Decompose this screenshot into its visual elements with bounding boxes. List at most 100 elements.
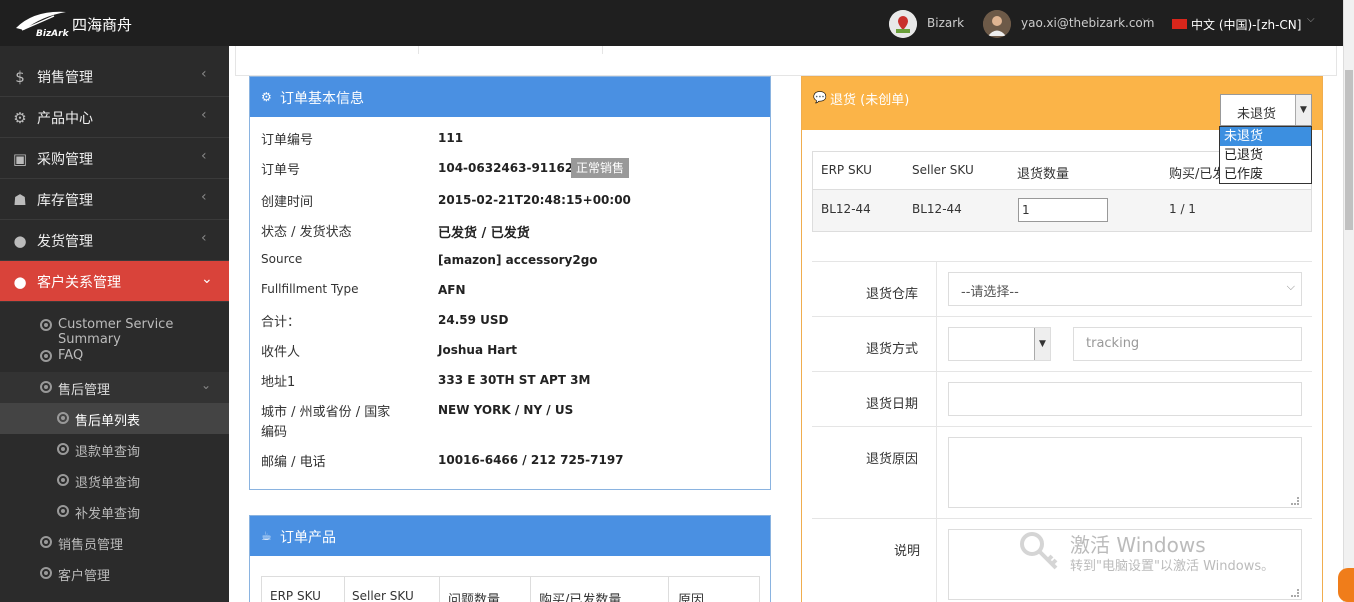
sidebar-sub-label: 客户管理 (58, 569, 111, 584)
radio-circle-icon (57, 443, 69, 455)
divider (936, 519, 937, 602)
option-returned[interactable]: 已退货 (1220, 146, 1311, 165)
user-avatar[interactable] (983, 10, 1011, 38)
chevron-down-icon: ⌄ (201, 378, 212, 392)
resize-handle-icon[interactable] (1291, 497, 1299, 505)
resize-handle-icon[interactable] (1291, 589, 1299, 597)
zip-phone-value: 10016-6466 / 212 725-7197 (438, 453, 624, 467)
content-tab-strip (235, 46, 1337, 76)
brand-name: 四海商舟 (72, 16, 133, 34)
sidebar-sub-return-query[interactable]: 退货单查询 (0, 465, 229, 496)
address-value: 333 E 30TH ST APT 3M (438, 373, 591, 387)
reason-row: 退货原因 (812, 426, 1312, 519)
created-label: 创建时间 (261, 195, 314, 210)
chevron-left-icon: ‹ (201, 148, 207, 164)
return-status-select[interactable]: 未退货 ▼ (1220, 94, 1312, 126)
sidebar-item-purchasing[interactable]: ▣ 采购管理 ‹ (0, 138, 229, 179)
tracking-input[interactable]: tracking (1073, 327, 1302, 361)
table-row: BL12-44 BL12-44 1 1 / 1 (813, 190, 1311, 231)
language-selector[interactable]: 中文 (中国)-[zh-CN] (1191, 16, 1301, 33)
table-header: Seller SKU (352, 589, 414, 602)
order-no-value: 104-0632463-9116222 (438, 161, 590, 175)
dollar-icon: $ (15, 68, 25, 86)
bizark-account-label[interactable]: Bizark (927, 16, 964, 30)
method-select[interactable]: ▼ (948, 327, 1051, 361)
return-date-input[interactable] (948, 382, 1302, 416)
sidebar-sub-aftersale-list[interactable]: 售后单列表 (0, 403, 229, 434)
date-label: 退货日期 (866, 397, 919, 412)
table-header: ERP SKU (270, 589, 321, 602)
recipient-value: Joshua Hart (438, 343, 518, 357)
cube-icon: ▣ (12, 150, 28, 168)
status-label: 状态 / 发货状态 (261, 225, 352, 240)
sidebar-item-label: 产品中心 (37, 111, 93, 127)
source-label: Source (261, 252, 303, 266)
tracking-placeholder: tracking (1086, 336, 1140, 351)
return-qty-input[interactable]: 1 (1018, 198, 1108, 222)
total-value: 24.59 USD (438, 313, 509, 327)
sidebar-sub-refund-query[interactable]: 退款单查询 (0, 434, 229, 465)
reason-label: 退货原因 (866, 452, 919, 467)
sidebar-item-sales[interactable]: $ 销售管理 ‹ (0, 56, 229, 97)
radio-circle-icon (57, 412, 69, 424)
source-value: [amazon] accessory2go (438, 253, 598, 267)
method-label: 退货方式 (866, 342, 919, 357)
sidebar-item-label: 销售管理 (37, 70, 93, 86)
option-not-returned[interactable]: 未退货 (1220, 127, 1311, 146)
sidebar: $ 销售管理 ‹ ⚙ 产品中心 ‹ ▣ 采购管理 ‹ ☗ 库存管理 ‹ ● 发货… (0, 46, 229, 602)
sidebar-sub-faq[interactable]: FAQ (0, 341, 229, 372)
bizark-logo-icon[interactable]: BizArk (14, 8, 72, 38)
sidebar-sub-customers[interactable]: 客户管理 (0, 558, 229, 589)
warehouse-placeholder: --请选择-- (961, 285, 1019, 300)
seller-sku-cell: BL12-44 (912, 202, 962, 216)
table-header: 退货数量 (1017, 167, 1070, 182)
chevron-down-icon[interactable]: ⌵ (1142, 14, 1150, 25)
return-reason-textarea[interactable] (948, 437, 1302, 508)
column-divider (439, 577, 440, 602)
total-label: 合计： (261, 315, 301, 330)
sidebar-item-crm[interactable]: ● 客户关系管理 ⌄ (0, 261, 229, 302)
sidebar-item-inventory[interactable]: ☗ 库存管理 ‹ (0, 179, 229, 220)
key-icon (1020, 532, 1058, 570)
circle-icon: ● (13, 273, 27, 291)
warehouse-row: 退货仓库 --请选择-- ⌵ (812, 261, 1312, 317)
android-icon: ☗ (13, 191, 27, 209)
table-header: 购买/已发 (1169, 167, 1226, 182)
sidebar-sub-aftersale[interactable]: 售后管理 ⌄ (0, 372, 229, 403)
panel-heading: ⚙ 订单基本信息 (250, 77, 770, 117)
table-header: Seller SKU (912, 163, 974, 177)
chevron-down-icon[interactable]: ▼ (1295, 95, 1311, 125)
radio-circle-icon (57, 505, 69, 517)
chevron-left-icon: ‹ (201, 189, 207, 205)
city-label: 城市 / 州或省份 / 国家 (261, 405, 391, 420)
activation-watermark-title: 激活 Windows (1070, 533, 1206, 557)
warehouse-select[interactable]: --请选择-- ⌵ (948, 272, 1302, 306)
order-id-label: 订单编号 (261, 133, 314, 148)
gears-icon: ⚙ (13, 109, 27, 127)
chevron-left-icon: ‹ (201, 107, 207, 123)
sidebar-sub-label: 销售员管理 (58, 538, 124, 553)
sidebar-sub-sales-rep[interactable]: 销售员管理 (0, 527, 229, 558)
column-divider (668, 577, 669, 602)
logo-text: BizArk (36, 29, 70, 38)
table-header: ERP SKU (821, 163, 872, 177)
sidebar-item-products[interactable]: ⚙ 产品中心 ‹ (0, 97, 229, 138)
circle-icon: ● (13, 232, 27, 250)
divider (936, 317, 937, 372)
sidebar-sub-reship-query[interactable]: 补发单查询 (0, 496, 229, 527)
map-pin-icon[interactable] (889, 10, 917, 38)
column-divider (530, 577, 531, 602)
status-value: 已发货 / 已发货 (438, 226, 530, 241)
chevron-down-icon[interactable]: ▼ (1034, 328, 1050, 360)
user-email[interactable]: yao.xi@thebizark.com (1021, 16, 1154, 30)
scrollbar-thumb[interactable] (1345, 70, 1353, 230)
radio-circle-icon (40, 567, 52, 579)
divider (936, 262, 937, 317)
sidebar-sub-cs-summary[interactable]: Customer Service Summary (0, 310, 229, 347)
chevron-down-icon[interactable]: ⌵ (1307, 14, 1315, 25)
option-voided[interactable]: 已作废 (1220, 165, 1311, 184)
zip-phone-label: 邮编 / 电话 (261, 455, 326, 470)
sidebar-item-shipping[interactable]: ● 发货管理 ‹ (0, 220, 229, 261)
chat-widget-icon[interactable] (1338, 568, 1354, 602)
coffee-cup-icon: ☕ (261, 529, 272, 543)
